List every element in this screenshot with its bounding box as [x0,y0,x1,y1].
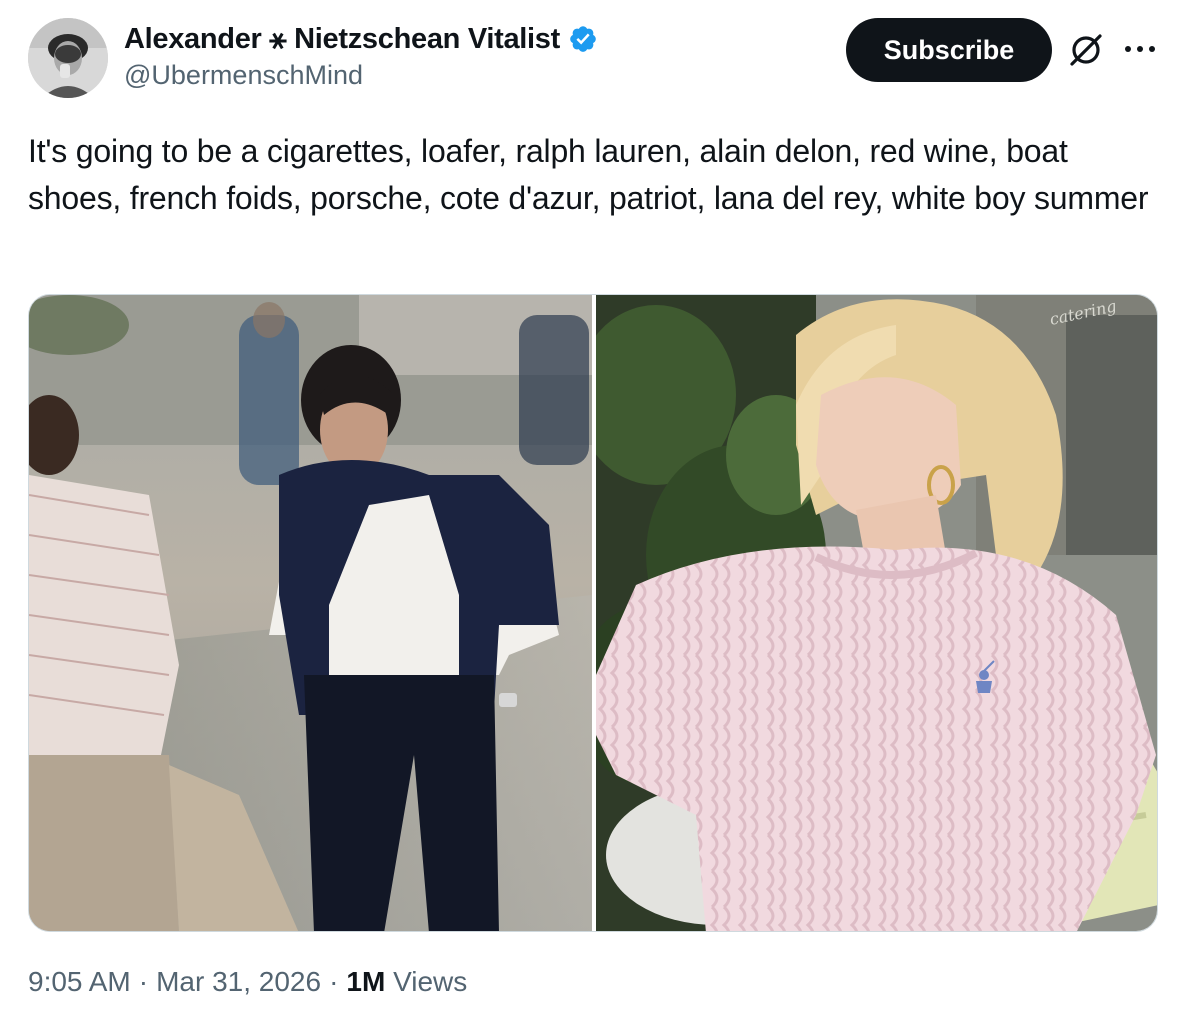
author-handle[interactable]: @UbermenschMind [124,60,363,91]
avatar-image [28,18,108,98]
photo-man-navy-sweater-white-shirt [29,295,592,931]
tweet-meta: 9:05 AM · Mar 31, 2026 · 1M Views [28,966,467,998]
photo-right[interactable]: catering [596,295,1157,931]
photo-woman-pink-cable-knit-sweater: catering [596,295,1157,931]
more-options-icon[interactable] [1122,34,1158,64]
photo-left[interactable] [29,295,592,931]
meta-separator: · [138,966,149,997]
grok-icon[interactable] [1066,30,1106,70]
avatar[interactable] [28,18,108,98]
meta-separator-2: · [329,966,339,997]
tweet: Alexander ⚹ Nietzschean Vitalist @Uberme… [0,0,1190,1036]
tweet-date[interactable]: Mar 31, 2026 [156,966,321,998]
media-grid: catering [28,294,1158,932]
views-label: Views [393,966,468,997]
verified-badge-icon [570,26,596,52]
views-count: 1M [346,966,386,997]
author-display-name[interactable]: Alexander ⚹ Nietzschean Vitalist [124,23,560,56]
tweet-text: It's going to be a cigarettes, loafer, r… [28,133,1149,216]
author-name-row: Alexander ⚹ Nietzschean Vitalist [124,20,598,58]
tweet-time[interactable]: 9:05 AM [28,966,131,998]
subscribe-button[interactable]: Subscribe [846,18,1052,82]
